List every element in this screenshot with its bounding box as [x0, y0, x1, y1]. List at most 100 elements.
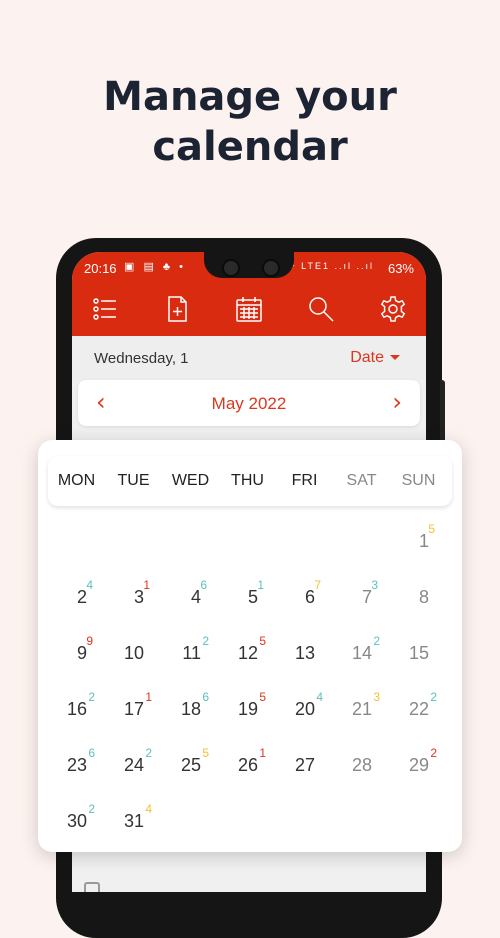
calendar-card: MON TUE WED THU FRI SAT SUN 152431465167… [38, 440, 462, 852]
calendar-day[interactable]: 8 [390, 576, 447, 616]
event-count: 2 [88, 690, 95, 704]
front-camera-icon [222, 259, 240, 277]
month-title[interactable]: May 2022 [78, 394, 420, 414]
calendar-day[interactable]: 30 2 [48, 800, 105, 840]
calendar-day[interactable]: 13 [276, 632, 333, 672]
calendar-day[interactable]: 24 2 [105, 744, 162, 784]
headline-line-1: Manage your [103, 74, 397, 120]
calendar-day[interactable]: 17 1 [105, 688, 162, 728]
calendar-day[interactable]: 15 [390, 520, 447, 560]
day-number: 22 [408, 699, 429, 719]
event-count: 6 [200, 578, 207, 592]
next-month-button[interactable]: › [392, 388, 402, 416]
event-count: 6 [202, 690, 209, 704]
calendar-day[interactable]: 12 5 [219, 632, 276, 672]
calendar-day[interactable]: 67 [276, 576, 333, 616]
calendar-day[interactable]: 27 [276, 744, 333, 784]
event-count: 9 [86, 634, 93, 648]
calendar-day[interactable]: 99 [48, 632, 105, 672]
calendar-day[interactable]: 51 [219, 576, 276, 616]
selected-date-label: Wednesday, 1 [94, 350, 189, 367]
caret-down-icon [390, 355, 400, 361]
status-time: 20:16 [84, 261, 117, 276]
calendar-day[interactable]: 21 3 [333, 688, 390, 728]
calendar-day[interactable]: 14 2 [333, 632, 390, 672]
sort-dropdown[interactable]: Date [350, 349, 400, 367]
checklist-icon[interactable] [90, 294, 120, 324]
day-number: 18 [180, 699, 201, 719]
event-count: 1 [259, 746, 266, 760]
calendar-day[interactable]: 31 [105, 576, 162, 616]
day-number: 25 [180, 755, 201, 775]
calendar-day[interactable]: 15 [390, 632, 447, 672]
calendar-icon[interactable] [234, 294, 264, 324]
calendar-day[interactable]: 25 5 [162, 744, 219, 784]
calendar-day[interactable]: 11 2 [162, 632, 219, 672]
day-number: 13 [294, 643, 315, 663]
event-count: 2 [430, 746, 437, 760]
event-count: 4 [145, 802, 152, 816]
event-count: 6 [88, 746, 95, 760]
weekday-wed: WED [171, 472, 210, 489]
event-count: 5 [259, 634, 266, 648]
day-number: 30 [66, 811, 87, 831]
sort-dropdown-label: Date [350, 349, 384, 366]
day-number: 12 [237, 643, 258, 663]
calendar-day[interactable]: 73 [333, 576, 390, 616]
event-count: 4 [86, 578, 93, 592]
day-number: 29 [408, 755, 429, 775]
calendar-day[interactable]: 46 [162, 576, 219, 616]
day-number: 10 [123, 643, 144, 663]
event-count: 3 [371, 578, 378, 592]
calendar-day[interactable]: 26 1 [219, 744, 276, 784]
new-note-icon[interactable] [162, 294, 192, 324]
camera-notch [204, 252, 294, 278]
calendar-day[interactable]: 29 2 [390, 744, 447, 784]
month-navigator: ‹ May 2022 › [78, 380, 420, 426]
calendar-day[interactable]: 23 6 [48, 744, 105, 784]
event-count: 2 [373, 634, 380, 648]
calendar-day[interactable]: 24 [48, 576, 105, 616]
notification-icons: ▣ ▤ ♣ • [124, 261, 187, 273]
day-number: 16 [66, 699, 87, 719]
event-count: 3 [373, 690, 380, 704]
event-count: 2 [88, 802, 95, 816]
search-icon[interactable] [306, 294, 336, 324]
day-number: 23 [66, 755, 87, 775]
event-count: 4 [316, 690, 323, 704]
day-number: 24 [123, 755, 144, 775]
calendar-day[interactable]: 19 5 [219, 688, 276, 728]
event-count: 5 [202, 746, 209, 760]
event-count: 2 [202, 634, 209, 648]
day-number: 26 [237, 755, 258, 775]
calendar-day[interactable]: 20 4 [276, 688, 333, 728]
weekday-tue: TUE [117, 472, 150, 489]
checkbox-icon[interactable] [84, 882, 100, 892]
calendar-day[interactable]: 18 6 [162, 688, 219, 728]
event-count: 1 [143, 578, 150, 592]
date-bar: Wednesday, 1 Date [72, 336, 426, 380]
weekday-sat: SAT [346, 472, 377, 489]
battery-level: 63% [387, 261, 414, 276]
status-bar: 20:16 ▣ ▤ ♣ • Vo0 4G+ LTE1 ..ıl ..ıl 63% [72, 252, 426, 282]
calendar-day[interactable]: 16 2 [48, 688, 105, 728]
day-number: 11 [182, 643, 201, 663]
event-count: 2 [430, 690, 437, 704]
day-number: 8 [418, 587, 429, 607]
headline-line-2: calendar [152, 124, 348, 170]
day-number: 21 [351, 699, 372, 719]
day-number: 28 [351, 755, 372, 775]
event-count: 2 [145, 746, 152, 760]
calendar-day[interactable]: 10 [105, 632, 162, 672]
day-number: 17 [123, 699, 144, 719]
event-count: 1 [257, 578, 264, 592]
front-sensor-icon [262, 259, 280, 277]
day-number: 31 [123, 811, 144, 831]
day-number: 15 [408, 643, 429, 663]
calendar-day[interactable]: 28 [333, 744, 390, 784]
calendar-day[interactable]: 22 2 [390, 688, 447, 728]
settings-icon[interactable] [378, 294, 408, 324]
calendar-day[interactable]: 31 4 [105, 800, 162, 840]
day-number: 14 [351, 643, 372, 663]
weekday-header: MON TUE WED THU FRI SAT SUN [48, 456, 452, 506]
